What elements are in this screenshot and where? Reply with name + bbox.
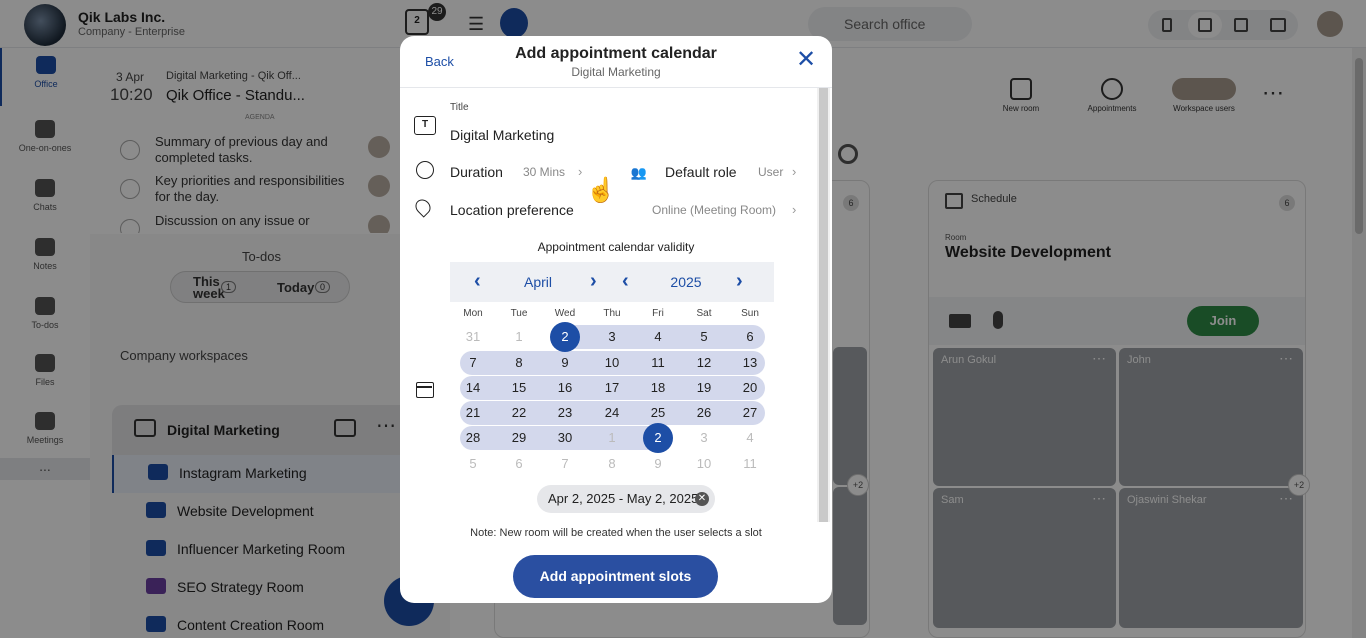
calendar-day[interactable]: 20: [735, 376, 765, 400]
calendar-day[interactable]: 13: [735, 351, 765, 375]
calendar-day[interactable]: 23: [550, 401, 580, 425]
calendar-day[interactable]: 7: [458, 351, 488, 375]
calendar-day[interactable]: 22: [504, 401, 534, 425]
calendar-day[interactable]: 5: [458, 452, 488, 476]
calendar-day[interactable]: 1: [597, 426, 627, 450]
calendar-day[interactable]: 9: [643, 452, 673, 476]
calendar-day[interactable]: 8: [504, 351, 534, 375]
calendar-day[interactable]: 10: [597, 351, 627, 375]
calendar-day[interactable]: 19: [689, 376, 719, 400]
calendar-day[interactable]: 26: [689, 401, 719, 425]
calendar-day[interactable]: 6: [735, 325, 765, 349]
calendar-day[interactable]: 3: [689, 426, 719, 450]
add-appointment-calendar-dialog: Back Add appointment calendar Digital Ma…: [400, 36, 832, 603]
calendar-day[interactable]: 9: [550, 351, 580, 375]
calendar-day[interactable]: 3: [597, 325, 627, 349]
calendar-day[interactable]: 31: [458, 325, 488, 349]
calendar-day[interactable]: 10: [689, 452, 719, 476]
calendar-day[interactable]: 15: [504, 376, 534, 400]
calendar-day[interactable]: 29: [504, 426, 534, 450]
calendar-day[interactable]: 1: [504, 325, 534, 349]
calendar-day[interactable]: 16: [550, 376, 580, 400]
calendar-day[interactable]: 14: [458, 376, 488, 400]
calendar-day-selected[interactable]: 2: [550, 322, 580, 352]
calendar-day[interactable]: 11: [735, 452, 765, 476]
calendar-day[interactable]: 4: [735, 426, 765, 450]
calendar-day[interactable]: 17: [597, 376, 627, 400]
calendar-day[interactable]: 8: [597, 452, 627, 476]
calendar-day[interactable]: 12: [689, 351, 719, 375]
calendar-day[interactable]: 4: [643, 325, 673, 349]
calendar-day[interactable]: 11: [643, 351, 673, 375]
calendar-day[interactable]: 18: [643, 376, 673, 400]
calendar-day[interactable]: 27: [735, 401, 765, 425]
calendar-day[interactable]: 6: [504, 452, 534, 476]
calendar-day[interactable]: 28: [458, 426, 488, 450]
calendar-day[interactable]: 5: [689, 325, 719, 349]
calendar-day[interactable]: 7: [550, 452, 580, 476]
calendar-day[interactable]: 24: [597, 401, 627, 425]
calendar-day[interactable]: 25: [643, 401, 673, 425]
calendar-day[interactable]: 21: [458, 401, 488, 425]
calendar-grid: 31 1 2 3 4 5 6 7 8 9 10 11 12 13 14 15 16 17 18 19 20 21 22 23 2…: [400, 36, 832, 603]
calendar-day-selected[interactable]: 2: [643, 423, 673, 453]
calendar-day[interactable]: 30: [550, 426, 580, 450]
